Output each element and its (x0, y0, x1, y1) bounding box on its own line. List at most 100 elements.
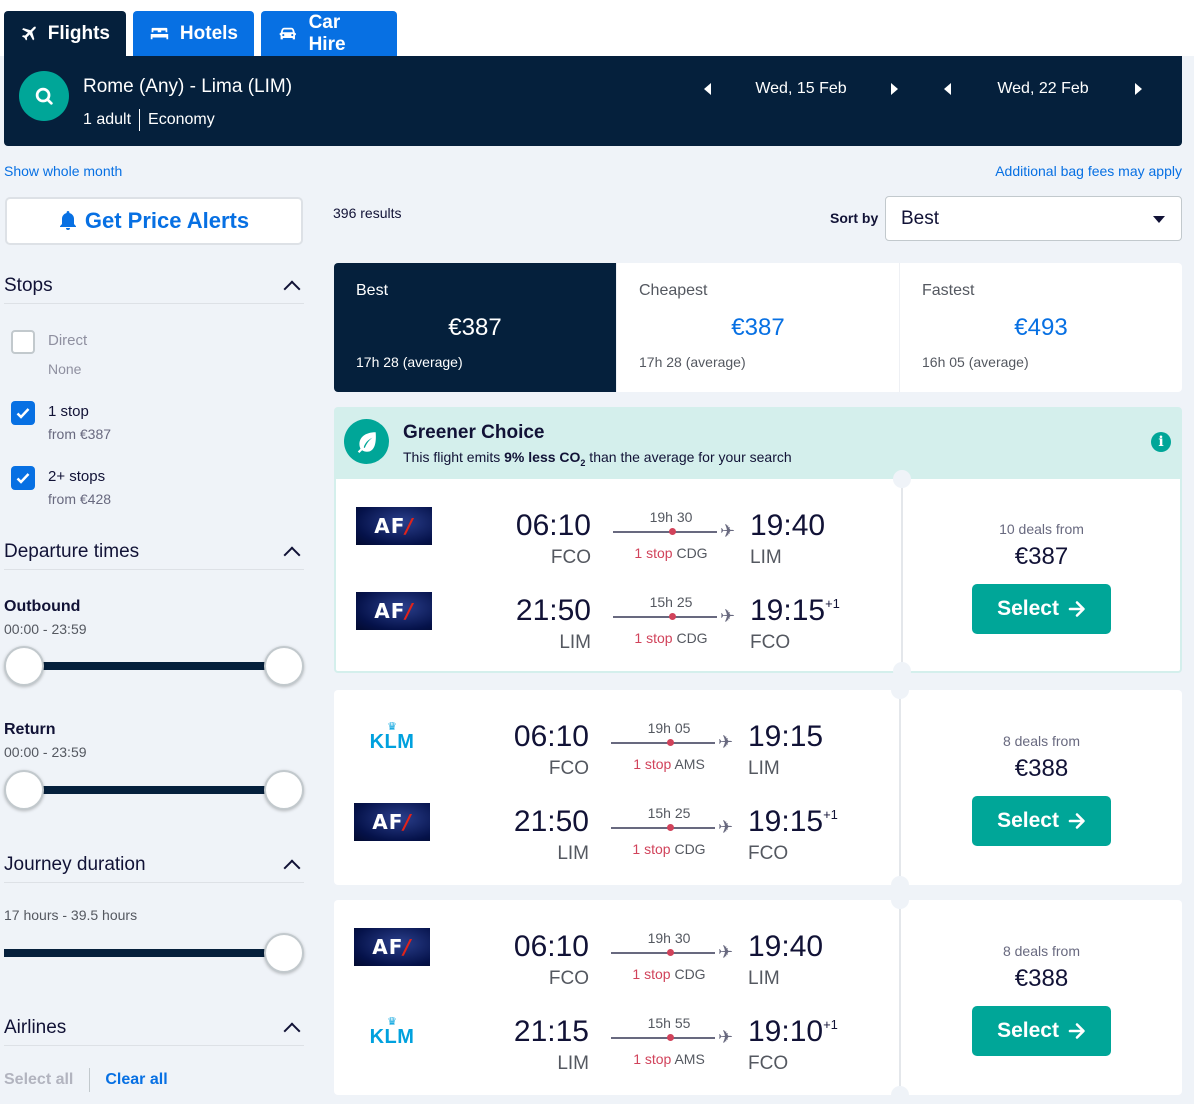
stop-count: 1 stop (634, 630, 673, 646)
stop-dot (667, 739, 674, 746)
sort-by-select[interactable]: Best (885, 196, 1182, 241)
flight-result-card[interactable]: ♛ KLM 06:10 FCO 19h 05 ✈ 1 stop AMS 19:15… (334, 681, 1182, 894)
price-alerts-button[interactable]: Get Price Alerts (5, 197, 303, 245)
price: €387 (1014, 543, 1069, 570)
sort-tab-fastest[interactable]: Fastest €493 16h 05 (average) (900, 263, 1182, 392)
sort-tab-cheapest[interactable]: Cheapest €387 17h 28 (average) (617, 263, 900, 392)
return-max-handle[interactable] (264, 770, 304, 810)
passenger-cabin-summary[interactable]: 1 adult Economy (83, 109, 215, 131)
flight-result-card[interactable]: AF/ 06:10 FCO 19h 30 ✈ 1 stop CDG 19:40 … (334, 891, 1182, 1104)
airlines-filter-header[interactable]: Airlines (4, 1010, 304, 1046)
departure-time: 21:50 (515, 594, 591, 627)
return-time-slider[interactable] (4, 770, 304, 810)
stops-option-direct[interactable]: Direct None (11, 330, 87, 380)
departure-airport: FCO (548, 968, 589, 989)
air-france-logo: AF / (356, 592, 432, 630)
stops-filter-title: Stops (4, 274, 53, 296)
clear-all-link[interactable]: Clear all (105, 1071, 167, 1089)
depart-date[interactable]: Wed, 15 Feb (711, 80, 891, 98)
sort-tab-average: 17h 28 (average) (639, 354, 746, 370)
passenger-count: 1 adult (83, 111, 132, 128)
price: €388 (1014, 755, 1069, 782)
select-all-link[interactable]: Select all (4, 1071, 73, 1089)
select-button[interactable]: Select (972, 1006, 1111, 1056)
stops-option-2-plus[interactable]: 2+ stops from €428 (11, 466, 111, 510)
flight-result-card[interactable]: AF/ 06:10 FCO 19h 30 ✈ 1 stop CDG 19:40 … (334, 470, 1182, 680)
return-date[interactable]: Wed, 22 Feb (951, 80, 1135, 98)
sort-tab-average: 17h 28 (average) (356, 354, 463, 370)
arrival-time: 19:10+1 (748, 1015, 838, 1049)
tab-flights[interactable]: Flights (4, 11, 126, 56)
prev-depart-date-arrow-icon[interactable] (704, 83, 711, 95)
departure-time: 21:50 (513, 805, 589, 838)
next-depart-date-arrow-icon[interactable] (891, 83, 898, 95)
duration-max-handle[interactable] (264, 933, 304, 973)
arrival-time: 19:40 (750, 509, 825, 543)
results-count: 396 results (333, 205, 402, 221)
bell-icon (59, 211, 76, 230)
arrival-airport: FCO (748, 843, 789, 864)
journey-duration-filter-header[interactable]: Journey duration (4, 847, 304, 883)
stop-dot (667, 824, 674, 831)
stop-dot (669, 528, 676, 535)
outbound-time-slider[interactable] (4, 646, 304, 686)
flight-path-line (611, 824, 715, 831)
sort-tab-best[interactable]: Best €387 17h 28 (average) (334, 263, 617, 392)
one-stop-checkbox[interactable] (11, 401, 35, 425)
route-text[interactable]: Rome (Any) - Lima (LIM) (83, 76, 292, 98)
outbound-max-handle[interactable] (264, 646, 304, 686)
next-return-date-arrow-icon[interactable] (1135, 83, 1142, 95)
journey-duration-slider[interactable] (4, 933, 304, 973)
plane-icon (21, 26, 36, 40)
bed-icon (150, 27, 169, 39)
greener-text-end: than the average for your search (585, 449, 792, 465)
search-icon (35, 87, 53, 105)
plane-icon: ✈ (720, 606, 736, 626)
return-min-handle[interactable] (4, 770, 44, 810)
bag-fees-link[interactable]: Additional bag fees may apply (995, 163, 1182, 179)
flight-duration: 15h 25 (647, 805, 691, 821)
two-plus-stops-checkbox[interactable] (11, 466, 35, 490)
arrival-time: 19:15 (748, 720, 823, 754)
departure-times-filter-header[interactable]: Departure times (4, 534, 304, 570)
show-whole-month-link[interactable]: Show whole month (4, 163, 122, 179)
select-button[interactable]: Select (972, 796, 1111, 846)
flight-leg: AF/ 21:50 LIM 15h 25 ✈ 1 stop CDG 19:15+… (336, 592, 901, 662)
divider (89, 1068, 91, 1092)
arrival-airport: FCO (750, 632, 791, 653)
tab-hotels[interactable]: Hotels (133, 11, 254, 56)
tab-car-hire[interactable]: Car Hire (261, 11, 397, 56)
stops-filter-header[interactable]: Stops (4, 268, 304, 304)
deals-count: 10 deals from (999, 521, 1084, 537)
klm-logo: ♛ KLM (369, 721, 415, 753)
direct-checkbox[interactable] (11, 330, 35, 354)
info-icon[interactable]: i (1151, 432, 1171, 452)
stop-count: 1 stop (633, 1051, 672, 1067)
select-button[interactable]: Select (972, 584, 1111, 634)
arrival-time: 19:40 (748, 930, 823, 964)
arrival-time-value: 19:40 (750, 509, 826, 542)
chevron-up-icon (283, 546, 301, 563)
prev-return-date-arrow-icon[interactable] (944, 83, 951, 95)
search-button[interactable] (19, 71, 69, 121)
stop-airport: AMS (674, 1051, 705, 1067)
stop-airport: CDG (676, 545, 708, 561)
airlines-actions: Select all Clear all (4, 1068, 168, 1092)
arrival-time: 19:15+1 (748, 805, 838, 839)
price-panel: 8 deals from €388 Select (901, 900, 1182, 1095)
return-range: 00:00 - 23:59 (4, 744, 87, 760)
depart-date-control: Wed, 15 Feb (704, 76, 898, 102)
next-day-indicator: +1 (823, 807, 838, 822)
outbound-range: 00:00 - 23:59 (4, 621, 87, 637)
stop-count: 1 stop (634, 545, 673, 561)
stop-dot (667, 1034, 674, 1041)
stop-info: 1 stop CDG (612, 545, 730, 561)
stops-option-1-stop[interactable]: 1 stop from €387 (11, 401, 111, 445)
departure-time: 06:10 (513, 930, 589, 963)
flight-path-line (611, 1034, 715, 1041)
flight-path-line (611, 949, 715, 956)
checkmark-icon (16, 473, 30, 484)
outbound-min-handle[interactable] (4, 646, 44, 686)
one-stop-label: 1 stop (48, 403, 89, 420)
checkmark-icon (16, 408, 30, 419)
